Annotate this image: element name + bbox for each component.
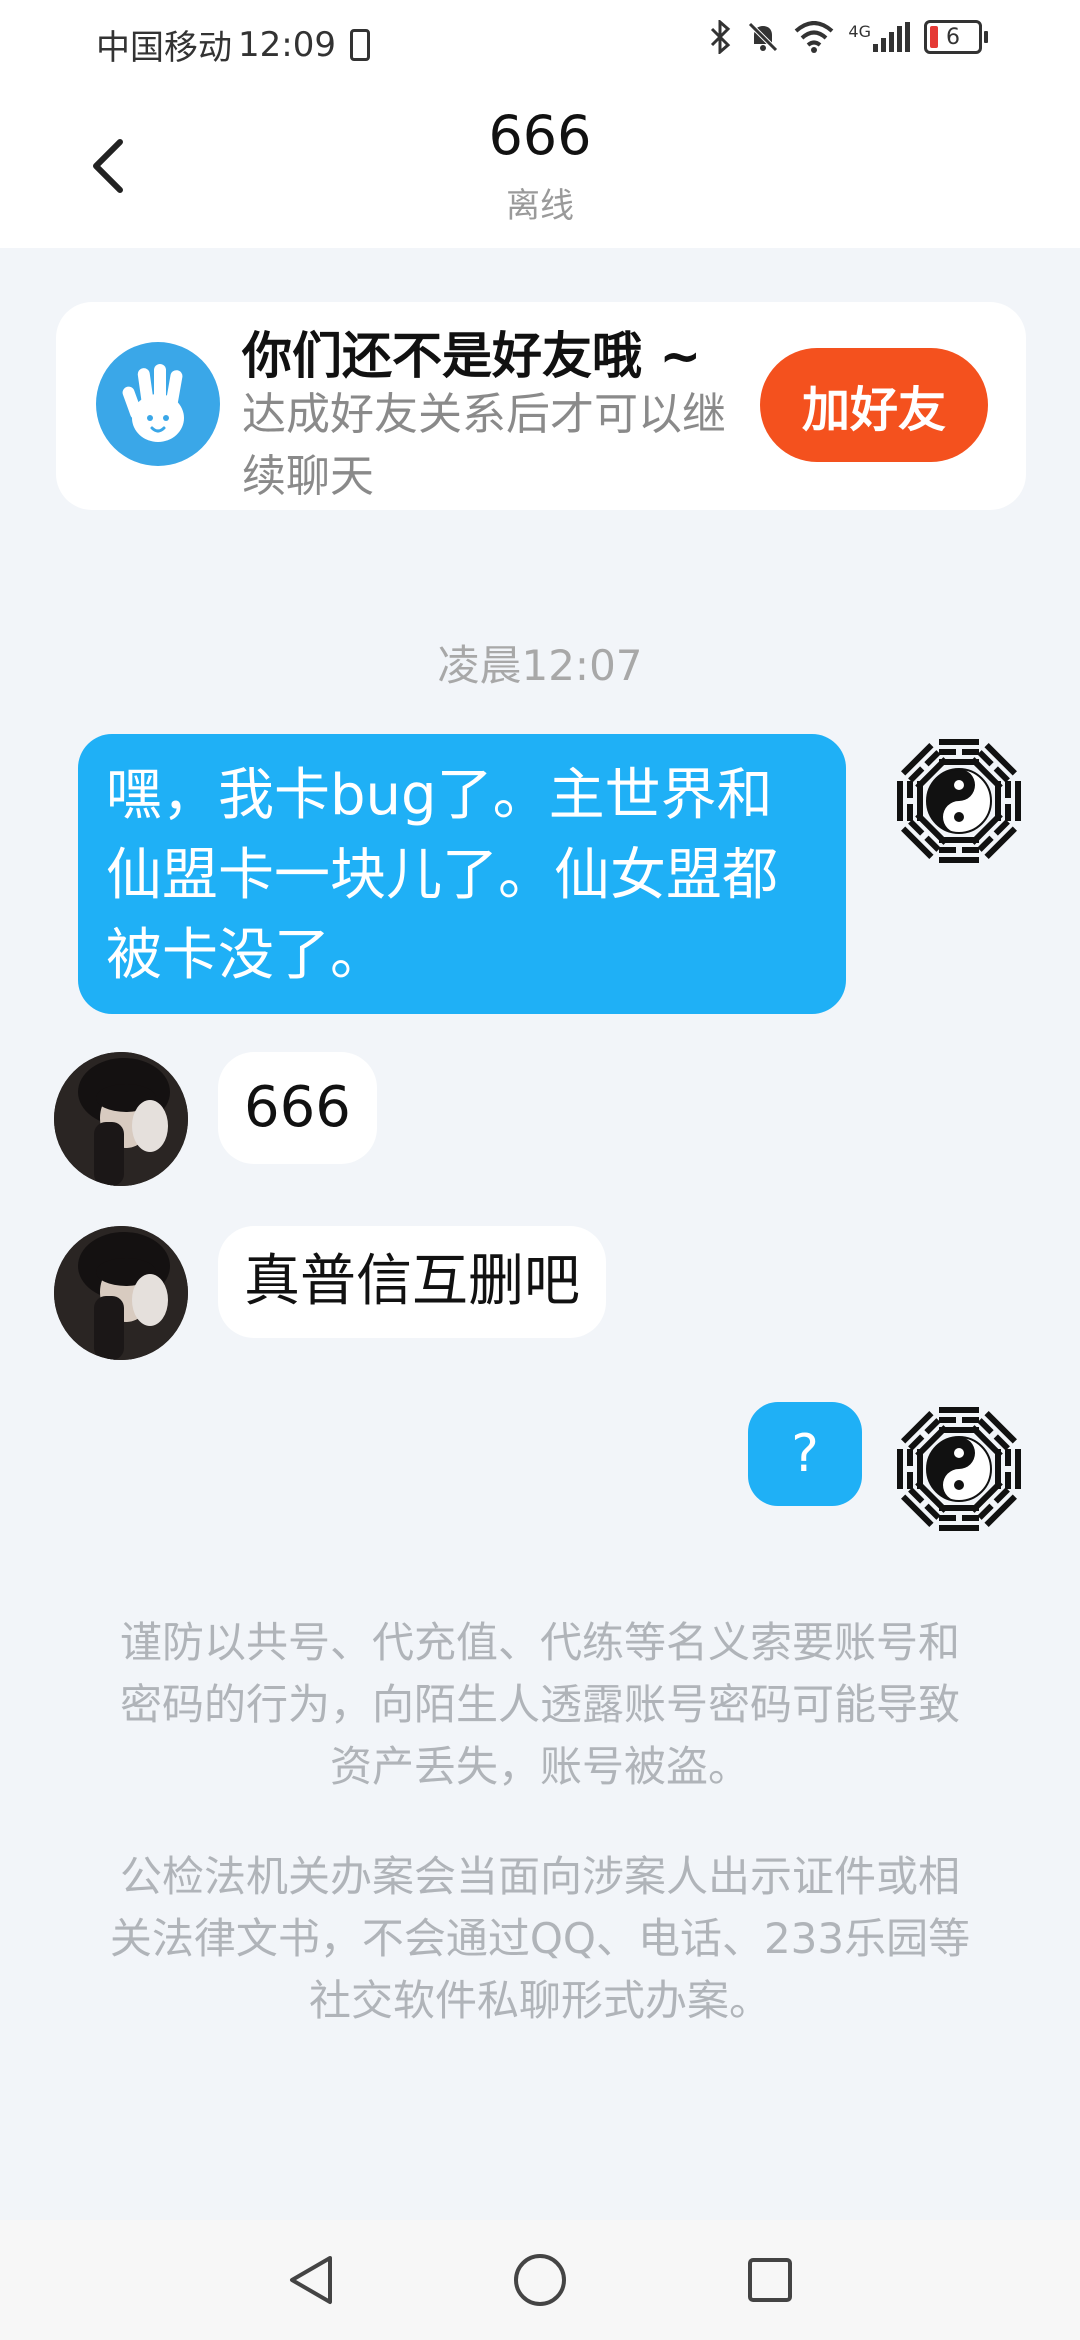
message-bubble-received[interactable]: 真普信互删吧 [218,1226,606,1338]
phone-icon [349,28,370,61]
banner-description: 达成好友关系后才可以继续聊天 [242,389,726,502]
nav-home-button[interactable] [508,2248,572,2312]
cell-signal: 4G [848,22,910,52]
carrier-label: 中国移动 [96,28,232,68]
chat-header: 666 离线 [0,86,1080,248]
message-bubble-received[interactable]: 666 [218,1052,377,1164]
signal-bars-icon [873,22,910,52]
nav-recents-button[interactable] [738,2248,802,2312]
bluetooth-icon [711,20,731,54]
banner-title: 你们还不是好友哦 ~ [242,327,702,385]
system-nav-bar [0,2220,1080,2340]
security-notice: 谨防以共号、代充值、代练等名义索要账号和密码的行为，向陌生人透露账号密码可能导致… [119,1618,960,1791]
add-friend-button[interactable]: 加好友 [760,348,988,462]
battery-level: 6 [946,24,960,50]
wifi-icon [795,21,834,53]
person-photo-icon [54,1226,188,1360]
add-friend-banner: 你们还不是好友哦 ~ 达成好友关系后才可以继续聊天 加好友 [56,302,1026,510]
legal-notice: 公检法机关办案会当面向涉案人出示证件或相关法律文书，不会通过QQ、电话、233乐… [109,1852,971,2025]
my-avatar[interactable] [892,1402,1026,1536]
triangle-back-icon [290,2256,332,2304]
status-left: 中国移动 12:09 [96,20,370,69]
contact-avatar[interactable] [54,1052,188,1186]
nav-back-button[interactable] [278,2248,342,2312]
message-bubble-sent[interactable]: 嘿，我卡bug了。主世界和仙盟卡一块儿了。仙女盟都被卡没了。 [78,734,846,1014]
online-status: 离线 [506,186,574,226]
clock: 12:09 [238,24,336,65]
waving-hand-icon [96,342,220,466]
person-photo-icon [54,1052,188,1186]
circle-home-icon [514,2254,566,2306]
status-right: 4G 6 [710,20,988,54]
contact-name: 666 [488,104,592,167]
status-bar: 中国移动 12:09 4G 6 [0,0,1080,86]
square-recents-icon [748,2258,792,2302]
battery-icon: 6 [924,20,988,54]
mute-bell-icon [748,22,779,52]
message-bubble-sent[interactable]: ? [748,1402,862,1506]
my-avatar[interactable] [892,734,1026,868]
network-type: 4G [848,22,871,41]
message-timestamp: 凌晨12:07 [437,641,643,690]
contact-avatar[interactable] [54,1226,188,1360]
